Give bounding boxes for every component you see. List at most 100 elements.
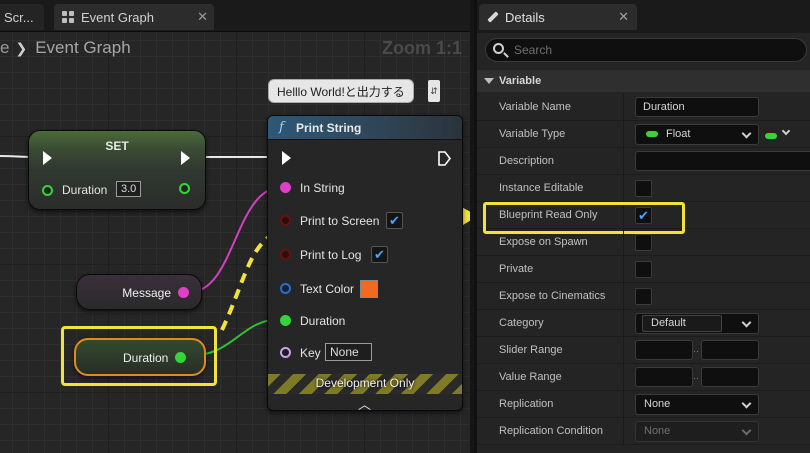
duration-pin-label: Duration	[300, 314, 346, 328]
value-range-label: Value Range	[499, 371, 562, 383]
details-panel: Details ✕ Variable Variable Name Duratio…	[474, 0, 810, 453]
tab-event-graph[interactable]: Event Graph ✕	[54, 4, 214, 30]
slider-range-max-field[interactable]	[701, 340, 759, 360]
bool-in-pin-icon[interactable]	[280, 215, 291, 226]
search-icon	[493, 43, 504, 54]
key-label: Key	[300, 346, 321, 360]
row-description: Description	[477, 148, 810, 175]
duration-variable-node[interactable]: Duration	[74, 338, 206, 376]
private-label: Private	[499, 263, 534, 275]
row-variable-type: Variable Type Float	[477, 121, 810, 148]
category-label: Category	[499, 317, 544, 329]
details-tab-bar: Details ✕	[477, 0, 810, 33]
category-header-variable[interactable]: Variable	[477, 70, 810, 92]
tab-script-label: Scr...	[4, 9, 34, 25]
string-in-pin-icon[interactable]	[280, 182, 291, 193]
float-in-pin-icon[interactable]	[42, 185, 53, 196]
struct-in-pin-icon[interactable]	[280, 283, 291, 294]
row-replication-condition: Replication Condition None	[477, 418, 810, 445]
expose-on-spawn-checkbox[interactable]	[635, 234, 652, 251]
expose-to-cinematics-label: Expose to Cinematics	[499, 290, 606, 302]
float-type-icon	[765, 132, 777, 139]
key-value-field[interactable]: None	[325, 343, 372, 361]
row-slider-range: Slider Range ··	[477, 337, 810, 364]
breadcrumb-prev[interactable]: e	[0, 38, 9, 58]
text-color-swatch[interactable]	[360, 280, 378, 298]
chevron-down-icon	[741, 128, 752, 139]
replication-condition-dropdown: None	[635, 421, 759, 442]
slider-range-min-field[interactable]	[635, 340, 693, 360]
row-variable-name: Variable Name Duration	[477, 94, 810, 121]
set-duration-value[interactable]: 3.0	[116, 181, 142, 197]
in-string-label: In String	[300, 181, 345, 195]
set-node[interactable]: SET Duration 3.0	[28, 130, 206, 210]
variable-type-label: Variable Type	[499, 128, 566, 140]
message-variable-node[interactable]: Message	[76, 274, 202, 310]
tab-details[interactable]: Details ✕	[479, 4, 637, 30]
variable-type-dropdown[interactable]: Float	[635, 124, 759, 145]
duration-node-label: Duration	[123, 351, 169, 365]
category-dropdown[interactable]: Default	[635, 313, 759, 334]
set-node-title: SET	[105, 139, 129, 153]
float-type-icon	[646, 131, 658, 138]
search-input[interactable]	[514, 41, 794, 59]
details-search[interactable]	[485, 38, 807, 62]
variable-name-label: Variable Name	[499, 101, 571, 113]
variable-type-value: Float	[666, 128, 691, 140]
instance-editable-label: Instance Editable	[499, 182, 584, 194]
expose-to-cinematics-checkbox[interactable]	[635, 288, 652, 305]
exec-out-pin-icon[interactable]	[181, 151, 190, 165]
variable-name-field[interactable]: Duration	[635, 97, 759, 117]
pin-comment-icon[interactable]: ⇵	[428, 80, 440, 102]
float-in-pin-icon[interactable]	[280, 315, 291, 326]
message-node-label: Message	[122, 286, 171, 300]
comment-bubble[interactable]: Helllo World!と出力する	[268, 79, 414, 103]
exec-out-pin-icon[interactable]	[438, 151, 451, 166]
close-icon[interactable]: ✕	[618, 9, 629, 25]
name-in-pin-icon[interactable]	[280, 347, 291, 358]
bool-in-pin-icon[interactable]	[280, 249, 291, 260]
replication-dropdown[interactable]: None	[635, 394, 759, 415]
private-checkbox[interactable]	[635, 261, 652, 278]
slider-range-label: Slider Range	[499, 344, 563, 356]
pencil-icon	[485, 10, 499, 24]
description-field[interactable]	[635, 151, 810, 171]
float-out-pin-icon[interactable]	[175, 352, 186, 363]
row-private: Private	[477, 256, 810, 283]
print-string-header: f Print String	[268, 116, 462, 140]
string-out-pin-icon[interactable]	[178, 287, 189, 298]
replication-value: None	[644, 398, 671, 410]
chevron-down-icon	[741, 425, 752, 436]
print-to-log-checkbox[interactable]: ✔	[371, 246, 388, 263]
tab-script[interactable]: Scr...	[0, 4, 44, 30]
exec-in-pin-icon[interactable]	[43, 151, 52, 165]
print-string-node[interactable]: f Print String In String Print to Screen…	[267, 115, 463, 411]
tab-event-graph-label: Event Graph	[81, 9, 154, 25]
chevron-down-icon	[782, 126, 791, 136]
chevron-right-icon: ❯	[15, 39, 28, 56]
event-graph-canvas[interactable]: Scr... Event Graph ✕ e ❯ Event Graph Zoo…	[0, 0, 470, 453]
value-range-max-field[interactable]	[701, 367, 759, 387]
instance-editable-checkbox[interactable]	[635, 180, 652, 197]
range-separator: ··	[693, 346, 699, 356]
float-out-pin-icon[interactable]	[179, 183, 190, 194]
container-type-dropdown[interactable]	[765, 126, 805, 142]
print-to-log-label: Print to Log	[300, 248, 362, 262]
value-range-min-field[interactable]	[635, 367, 693, 387]
row-expose-to-cinematics: Expose to Cinematics	[477, 283, 810, 310]
chevron-down-icon	[741, 317, 752, 328]
exec-in-pin-icon[interactable]	[282, 151, 291, 165]
close-icon[interactable]: ✕	[197, 9, 208, 25]
category-value[interactable]: Default	[642, 315, 722, 332]
development-only-label: Development Only	[315, 376, 415, 390]
row-instance-editable: Instance Editable	[477, 175, 810, 202]
text-color-label: Text Color	[300, 282, 355, 296]
expose-on-spawn-label: Expose on Spawn	[499, 236, 588, 248]
row-category: Category Default	[477, 310, 810, 337]
breadcrumb: e ❯ Event Graph	[0, 38, 131, 58]
print-to-screen-checkbox[interactable]: ✔	[386, 212, 403, 229]
row-expose-on-spawn: Expose on Spawn	[477, 229, 810, 256]
zoom-indicator: Zoom 1:1	[381, 38, 462, 58]
chevron-up-icon[interactable]: ︿	[358, 394, 371, 410]
range-separator: ··	[693, 373, 699, 383]
